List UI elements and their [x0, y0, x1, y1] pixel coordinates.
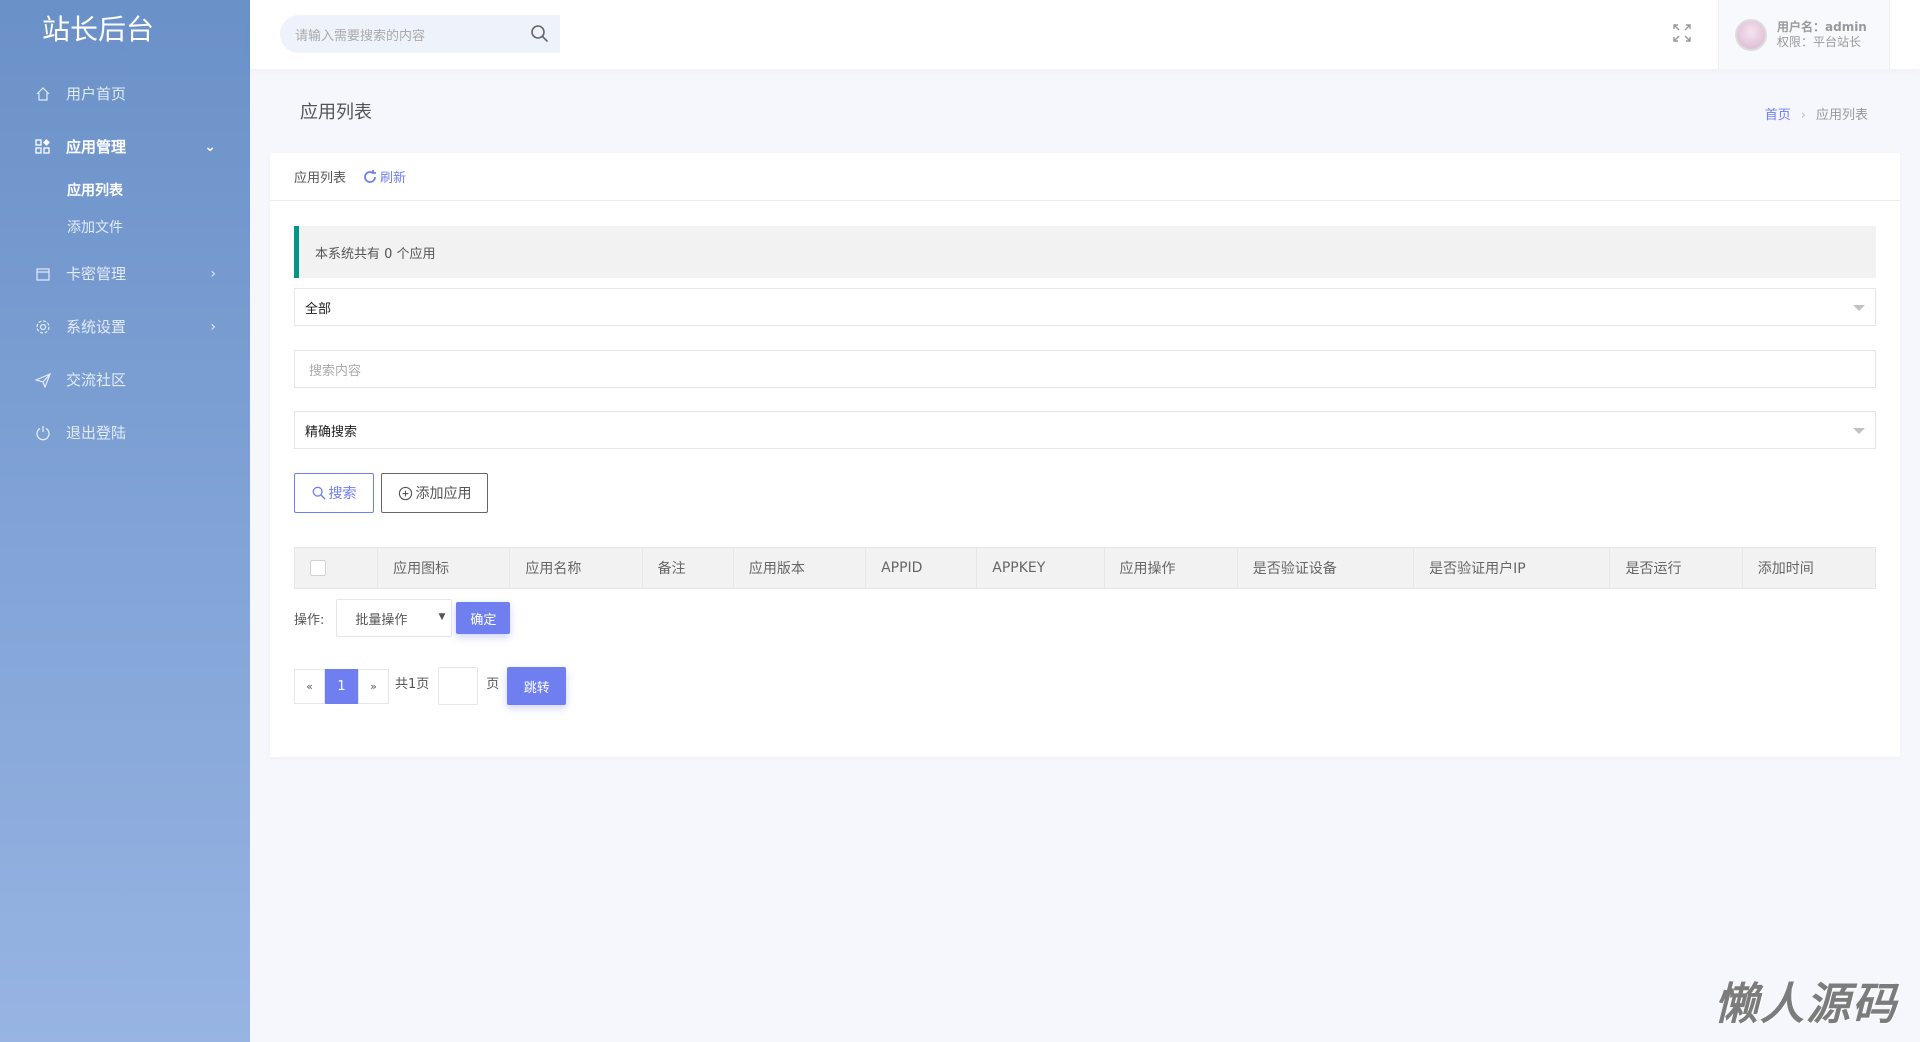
nav-label: 系统设置 — [66, 318, 127, 336]
total-pages: 共1页 — [395, 677, 430, 692]
search-button-label: 搜索 — [328, 486, 357, 502]
page-title: 应用列表 — [300, 102, 372, 123]
app-list-card: 应用列表 刷新 本系统共有 0 个应用 全部 搜索内容 精确搜索 搜索 添加应用… — [270, 153, 1900, 757]
confirm-button[interactable]: 确定 — [456, 602, 511, 634]
category-select-value: 全部 — [305, 301, 332, 317]
username-label: 用户名：admin — [1777, 19, 1867, 34]
nav-label: 用户首页 — [66, 85, 127, 103]
nav-label: 交流社区 — [66, 371, 127, 389]
refresh-label: 刷新 — [380, 171, 407, 186]
search-placeholder: 请输入需要搜索的内容 — [295, 28, 426, 44]
app-count-notice: 本系统共有 0 个应用 — [294, 226, 1876, 278]
jump-page-input[interactable] — [438, 667, 479, 705]
column-header: 备注 — [641, 547, 734, 589]
add-app-label: 添加应用 — [415, 486, 472, 502]
app-table: 应用图标 应用名称 备注 应用版本 APPID APPKEY 应用操作 是否验证设备 是否验证用… — [293, 547, 1877, 589]
select-all-checkbox[interactable] — [310, 560, 326, 576]
column-header: 应用版本 — [732, 547, 867, 589]
page-unit-label: 页 — [486, 677, 500, 692]
next-page-button[interactable]: » — [358, 668, 389, 704]
card-title: 应用列表 — [294, 171, 347, 186]
fullscreen-icon[interactable] — [1672, 23, 1692, 47]
sidebar: 站长后台 用户首页 应用管理 ⌄ 应用列表 添加文件 卡密管理 › 系统设置 ›… — [0, 0, 250, 1042]
chevron-right-icon: › — [210, 265, 216, 282]
nav-label: 应用管理 — [66, 138, 127, 156]
nav-label: 退出登陆 — [66, 424, 127, 442]
breadcrumb-home[interactable]: 首页 — [1765, 108, 1791, 123]
card-icon — [34, 265, 52, 283]
column-header: 应用图标 — [377, 547, 511, 589]
search-icon[interactable] — [530, 24, 550, 48]
avatar — [1735, 18, 1767, 51]
nav-add-file[interactable]: 添加文件 — [0, 210, 250, 247]
top-header: 请输入需要搜索的内容 用户名：admin 权限：平台站长 — [250, 0, 1920, 69]
column-header: 应用名称 — [509, 547, 643, 589]
dropdown-arrow-icon — [1853, 428, 1865, 434]
search-content-input[interactable]: 搜索内容 — [294, 350, 1876, 388]
nav-card-management[interactable]: 卡密管理 › — [0, 247, 250, 300]
breadcrumb: 首页 › 应用列表 — [1765, 104, 1868, 123]
apps-icon — [34, 138, 52, 156]
select-all-header — [293, 547, 379, 589]
dropdown-arrow-icon: ▼ — [438, 612, 446, 622]
plus-circle-icon — [398, 486, 412, 500]
batch-select[interactable]: 批量操作 ▼ — [336, 599, 453, 637]
search-button[interactable]: 搜索 — [294, 473, 374, 513]
watermark: 懒人源码 — [1714, 979, 1898, 1030]
search-mode-value: 精确搜索 — [305, 424, 358, 440]
user-menu[interactable]: 用户名：admin 权限：平台站长 — [1718, 0, 1890, 69]
nav-label: 卡密管理 — [66, 265, 127, 283]
nav-user-home[interactable]: 用户首页 — [0, 67, 250, 120]
batch-operations: 操作: 批量操作 ▼ 确定 — [294, 599, 511, 637]
search-mode-select[interactable]: 精确搜索 — [294, 411, 1876, 449]
search-icon — [312, 486, 326, 500]
home-icon — [34, 85, 52, 103]
column-header: 添加时间 — [1741, 547, 1877, 589]
nav-app-list[interactable]: 应用列表 — [0, 173, 250, 210]
send-icon — [34, 371, 52, 389]
chevron-right-icon: › — [210, 318, 216, 335]
refresh-icon — [364, 169, 377, 183]
chevron-down-icon: ⌄ — [204, 138, 216, 155]
role-label: 权限：平台站长 — [1777, 34, 1862, 49]
breadcrumb-separator: › — [1800, 108, 1806, 123]
jump-button[interactable]: 跳转 — [507, 667, 567, 705]
nav-app-management[interactable]: 应用管理 ⌄ — [0, 120, 250, 173]
column-header: APPKEY — [976, 547, 1105, 589]
breadcrumb-current: 应用列表 — [1815, 108, 1868, 123]
ops-label: 操作: — [294, 612, 325, 628]
logo: 站长后台 — [42, 13, 155, 46]
column-header: APPID — [865, 547, 978, 589]
batch-select-value: 批量操作 — [355, 612, 408, 628]
prev-page-button[interactable]: « — [294, 668, 325, 704]
column-header: 是否运行 — [1609, 547, 1743, 589]
column-header: 是否验证设备 — [1236, 547, 1415, 589]
category-select[interactable]: 全部 — [294, 288, 1876, 326]
nav-logout[interactable]: 退出登陆 — [0, 406, 250, 459]
power-icon — [34, 424, 52, 442]
column-header: 是否验证用户IP — [1413, 547, 1611, 589]
dropdown-arrow-icon — [1853, 305, 1865, 311]
global-search-input[interactable]: 请输入需要搜索的内容 — [280, 15, 560, 53]
gear-icon — [34, 318, 52, 336]
pagination: « 1 » 共1页 页 跳转 — [294, 667, 567, 705]
search-content-placeholder: 搜索内容 — [309, 363, 362, 379]
nav-system-settings[interactable]: 系统设置 › — [0, 300, 250, 353]
nav-community[interactable]: 交流社区 — [0, 353, 250, 406]
column-header: 应用操作 — [1103, 547, 1238, 589]
add-app-button[interactable]: 添加应用 — [381, 473, 488, 513]
refresh-button[interactable]: 刷新 — [362, 167, 406, 186]
page-1-button[interactable]: 1 — [325, 668, 358, 704]
